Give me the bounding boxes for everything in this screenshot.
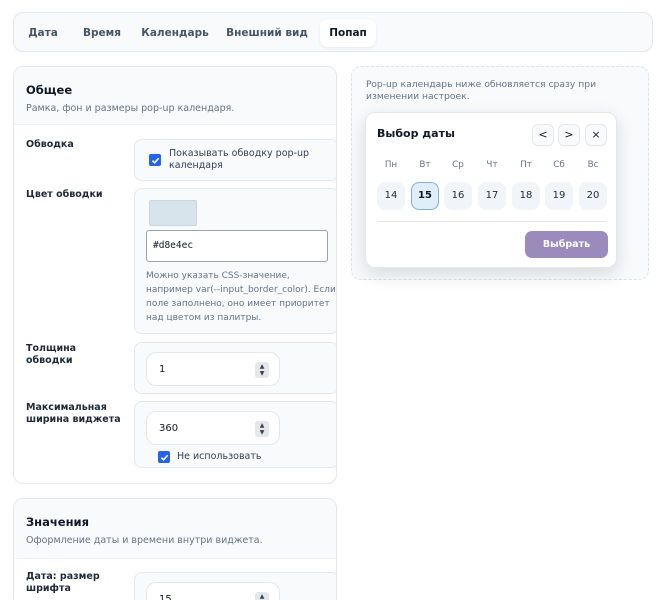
general-title: Общее <box>26 83 73 97</box>
day-cell[interactable]: 17 <box>478 182 506 210</box>
values-card: Значения Оформление даты и времени внутр… <box>13 498 337 600</box>
show-border-checkbox[interactable] <box>149 154 161 166</box>
tab-bar: Дата Время Календарь Внешний вид Попап <box>13 12 653 52</box>
tab-calendar[interactable]: Календарь <box>140 19 210 47</box>
date-font-size-stepper[interactable]: ▲ ▼ <box>255 592 269 600</box>
spin-up-icon: ▲ <box>259 593 265 600</box>
values-subtitle: Оформление даты и времени внутри виджета… <box>26 535 263 546</box>
date-font-size-input[interactable]: 15 ▲ ▼ <box>146 582 280 600</box>
max-width-disable-checkbox[interactable] <box>158 451 170 463</box>
values-title: Значения <box>26 515 89 529</box>
border-field: Показывать обводку pop-up календаря <box>134 139 336 181</box>
spin-down-icon: ▼ <box>259 429 265 436</box>
tab-popup[interactable]: Попап <box>320 19 376 47</box>
weekday-label: Сб <box>553 160 565 170</box>
close-popup-button[interactable]: × <box>585 124 607 146</box>
weekday-label: Ср <box>452 160 464 170</box>
max-width-stepper[interactable]: ▲ ▼ <box>255 421 269 437</box>
max-width-value: 360 <box>159 423 179 434</box>
day-cell[interactable]: 14 <box>377 182 405 210</box>
weekday-label: Пт <box>520 160 532 170</box>
weekday-label: Вт <box>419 160 431 170</box>
day-cell[interactable]: 18 <box>512 182 540 210</box>
general-subtitle: Рамка, фон и размеры pop-up календаря. <box>26 103 235 114</box>
tab-appearance[interactable]: Внешний вид <box>224 19 310 47</box>
day-cell[interactable]: 20 <box>579 182 607 210</box>
popup-divider <box>377 221 607 222</box>
border-width-value: 1 <box>159 364 166 375</box>
border-color-hint: Можно указать CSS-значение, например var… <box>146 271 336 323</box>
check-icon <box>151 157 159 164</box>
border-color-field: #d8e4ec Можно указать CSS-значение, напр… <box>134 188 336 334</box>
date-font-size-value: 15 <box>159 594 172 600</box>
border-color-label: Цвет обводки <box>26 189 103 200</box>
general-card: Общее Рамка, фон и размеры pop-up календ… <box>13 66 337 484</box>
border-label: Обводка <box>26 139 74 150</box>
border-color-swatch[interactable] <box>149 200 197 226</box>
weekday-label: Чт <box>486 160 498 170</box>
next-week-button[interactable]: > <box>558 124 580 146</box>
general-card-header: Общее Рамка, фон и размеры pop-up календ… <box>14 67 336 125</box>
values-card-header: Значения Оформление даты и времени внутр… <box>14 499 336 559</box>
tab-date[interactable]: Дата <box>22 19 64 47</box>
day-cell[interactable]: 16 <box>444 182 472 210</box>
max-width-label: Максимальная ширина виджета <box>26 402 121 425</box>
border-width-label: Толщина обводки <box>26 343 77 366</box>
popup-title: Выбор даты <box>377 127 455 140</box>
weekday-label: Вс <box>587 160 599 170</box>
prev-week-button[interactable]: < <box>532 124 554 146</box>
max-width-disable-label: Не использовать <box>177 451 262 462</box>
date-font-size-label: Дата: размер шрифта <box>26 571 100 594</box>
show-border-label: Показывать обводку pop-up календаря <box>169 148 310 171</box>
date-picker-popup: Выбор даты < > × Пн Вт Ср Чт Пт Сб Вс 14… <box>365 112 617 268</box>
border-width-field: 1 ▲ ▼ <box>134 342 336 394</box>
border-width-stepper[interactable]: ▲ ▼ <box>255 362 269 378</box>
spin-up-icon: ▲ <box>259 363 265 370</box>
border-color-input[interactable]: #d8e4ec <box>146 230 328 262</box>
select-date-button[interactable]: Выбрать <box>525 231 608 258</box>
preview-text: Pop-up календарь ниже обновляется сразу … <box>366 79 597 102</box>
date-font-size-field: 15 ▲ ▼ <box>134 572 336 600</box>
spin-up-icon: ▲ <box>259 422 265 429</box>
tab-time[interactable]: Время <box>78 19 126 47</box>
max-width-input[interactable]: 360 ▲ ▼ <box>146 411 280 445</box>
check-icon <box>160 454 168 461</box>
max-width-field: 360 ▲ ▼ Не использовать <box>134 401 336 468</box>
day-cell[interactable]: 19 <box>545 182 573 210</box>
day-cell-selected[interactable]: 15 <box>411 182 439 210</box>
border-width-input[interactable]: 1 ▲ ▼ <box>146 352 280 386</box>
spin-down-icon: ▼ <box>259 370 265 377</box>
weekday-label: Пн <box>384 160 398 170</box>
